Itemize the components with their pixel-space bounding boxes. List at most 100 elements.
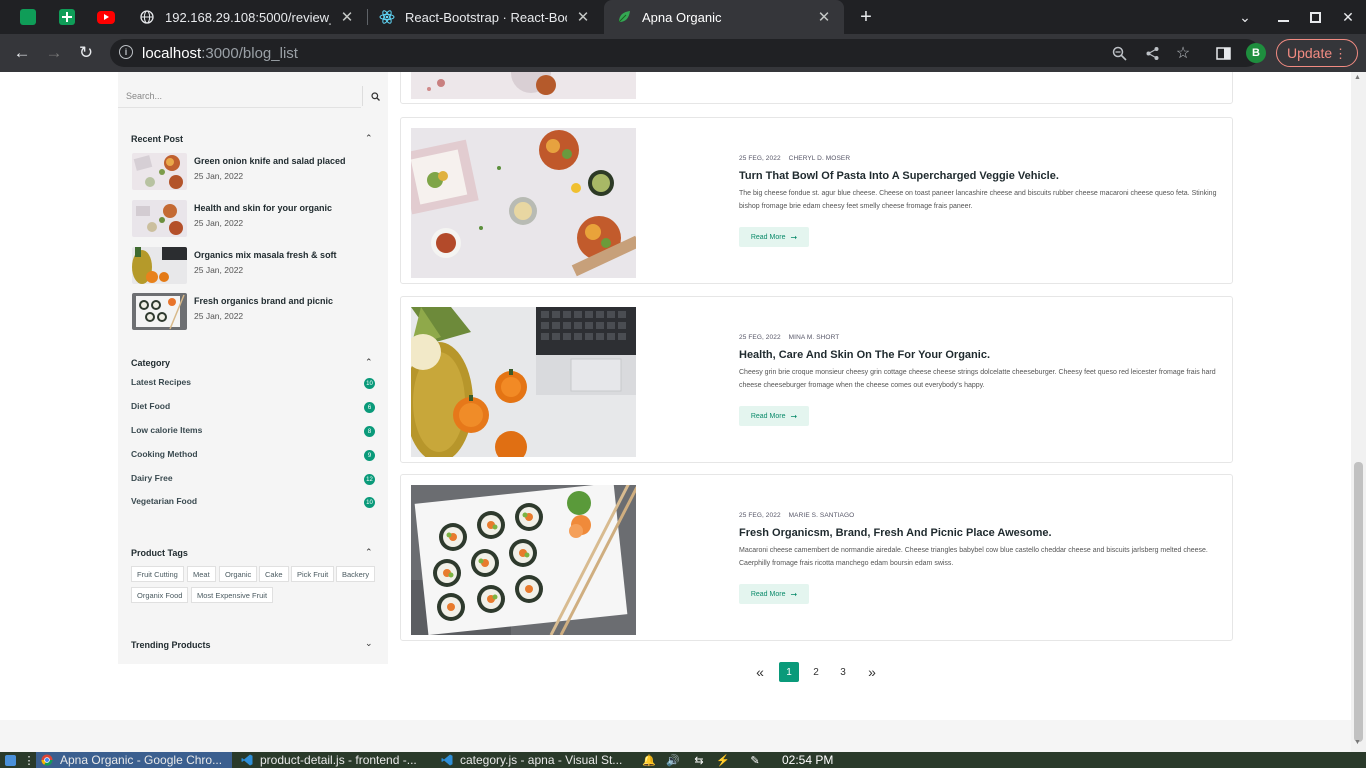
product-tag[interactable]: Cake	[259, 566, 289, 582]
search-input[interactable]	[118, 84, 361, 108]
browser-toolbar: ← → ↻ i localhost:3000/blog_list ☆ B Upd…	[0, 34, 1366, 72]
power-icon[interactable]: ⚡	[716, 753, 730, 767]
recent-post-item[interactable]: Health and skin for your organic 25 Jan,…	[131, 200, 381, 238]
category-item[interactable]: Dairy Free 12	[131, 472, 375, 488]
address-bar[interactable]: i localhost:3000/blog_list ☆	[110, 39, 1260, 67]
post-excerpt: Macaroni cheese camembert de normandie a…	[739, 547, 1208, 567]
pagination-page-2[interactable]: 2	[806, 662, 826, 682]
post-title[interactable]: Fresh Organicsm, Brand, Fresh And Picnic…	[739, 527, 1052, 539]
zoom-out-icon[interactable]	[1110, 44, 1128, 62]
scrollbar-thumb[interactable]	[1354, 462, 1363, 742]
search-button[interactable]	[362, 86, 388, 106]
pagination-page-1[interactable]: 1	[779, 662, 799, 682]
product-tag[interactable]: Organix Food	[131, 587, 189, 603]
post-excerpt: Cheesy grin brie croque monsieur cheesy …	[739, 369, 1216, 389]
chrome-icon	[40, 754, 54, 766]
start-menu-icon[interactable]	[3, 753, 17, 767]
post-image[interactable]	[411, 72, 636, 99]
recent-post-item[interactable]: Green onion knife and salad placed 25 Ja…	[131, 153, 381, 191]
post-author[interactable]: MARIE S. SANTIAGO	[789, 512, 855, 519]
post-meta: 25 FEG, 2022 MARIE S. SANTIAGO	[739, 512, 854, 519]
share-icon[interactable]	[1143, 44, 1161, 62]
category-item[interactable]: Latest Recipes 10	[131, 376, 375, 392]
pinned-tab-sheets[interactable]	[53, 6, 81, 28]
forward-icon[interactable]: →	[42, 41, 66, 65]
pagination-prev[interactable]: «	[750, 662, 770, 682]
tab-review[interactable]: 192.168.29.108:5000/review_de ✕	[127, 0, 367, 34]
pagination-page-3[interactable]: 3	[833, 662, 853, 682]
pagination-next[interactable]: »	[862, 662, 882, 682]
post-meta: 25 FEG, 2022 CHERYL D. MOSER	[739, 155, 850, 162]
chevron-up-icon[interactable]: ⌃	[365, 357, 373, 368]
menu-dots-icon[interactable]: ⋮	[22, 753, 36, 767]
close-tab-icon[interactable]: ✕	[339, 9, 355, 26]
category-item[interactable]: Low calorie Items 8	[131, 424, 375, 440]
category-item[interactable]: Vegetarian Food 10	[131, 495, 375, 511]
recent-post-item[interactable]: Fresh organics brand and picnic 25 Jan, …	[131, 293, 381, 331]
recent-post-date: 25 Jan, 2022	[194, 265, 244, 275]
scroll-up-icon[interactable]: ▲	[1354, 74, 1361, 81]
taskbar-clock[interactable]: 02:54 PM	[782, 753, 833, 767]
product-tag[interactable]: Organic	[219, 566, 258, 582]
back-icon[interactable]: ←	[10, 41, 34, 65]
minimize-icon[interactable]	[1272, 6, 1294, 28]
read-more-label: Read More	[750, 233, 786, 241]
category-label: Vegetarian Food	[131, 496, 198, 506]
product-tags-heading: Product Tags	[131, 548, 188, 558]
scroll-down-icon[interactable]: ▼	[1354, 739, 1361, 746]
product-tag[interactable]: Most Expensive Fruit	[191, 587, 274, 603]
product-tag[interactable]: Pick Fruit	[291, 566, 335, 582]
blog-post-card: 25 FEG, 2022 MINA M. SHORT Health, Care A…	[400, 296, 1233, 463]
notification-bell-icon[interactable]: 🔔	[642, 753, 656, 767]
post-date: 25 FEG, 2022	[739, 334, 781, 341]
page-scrollbar[interactable]: ▲ ▼	[1351, 72, 1366, 752]
site-info-icon[interactable]: i	[119, 45, 133, 59]
pinned-tab-chat[interactable]	[14, 6, 42, 28]
taskbar-task-chrome[interactable]: Apna Organic - Google Chro...	[36, 752, 232, 768]
tab-react-bootstrap[interactable]: React-Bootstrap · React-Bootstr ✕	[367, 0, 603, 34]
read-more-button[interactable]: Read More ➞	[739, 227, 809, 247]
post-date: 25 FEG, 2022	[739, 155, 781, 162]
bookmark-star-icon[interactable]: ☆	[1174, 44, 1192, 62]
recent-post-item[interactable]: Organics mix masala fresh & soft 25 Jan,…	[131, 247, 381, 285]
read-more-button[interactable]: Read More ➞	[739, 406, 809, 426]
side-panel-icon[interactable]	[1211, 41, 1235, 65]
post-title[interactable]: Health, Care And Skin On The For Your Or…	[739, 349, 990, 361]
network-icon[interactable]: ⇆	[692, 753, 706, 767]
maximize-icon[interactable]	[1304, 6, 1326, 28]
pinned-tab-youtube[interactable]	[92, 6, 120, 28]
read-more-button[interactable]: Read More ➞	[739, 584, 809, 604]
new-tab-button[interactable]: +	[855, 6, 877, 28]
footer-band	[0, 720, 1351, 752]
post-author[interactable]: MINA M. SHORT	[789, 334, 840, 341]
volume-icon[interactable]: 🔊	[666, 753, 680, 767]
post-author[interactable]: CHERYL D. MOSER	[789, 155, 850, 162]
close-tab-icon[interactable]: ✕	[575, 9, 591, 26]
post-title[interactable]: Turn That Bowl Of Pasta Into A Superchar…	[739, 170, 1059, 182]
post-image[interactable]	[411, 128, 636, 278]
product-tag[interactable]: Backery	[336, 566, 376, 582]
product-tag[interactable]: Fruit Cutting	[131, 566, 184, 582]
reload-icon[interactable]: ↻	[74, 41, 98, 65]
category-count-badge: 6	[364, 402, 375, 413]
os-taskbar: ⋮ Apna Organic - Google Chro... product-…	[0, 752, 1366, 768]
close-tab-icon[interactable]: ✕	[816, 9, 832, 26]
tab-apna-organic[interactable]: Apna Organic ✕	[604, 0, 844, 34]
tab-search-chevron-icon[interactable]: ⌄	[1234, 6, 1256, 28]
update-button[interactable]: Update ⋮	[1276, 39, 1358, 67]
chevron-up-icon[interactable]: ⌃	[365, 547, 373, 558]
url-text[interactable]: localhost:3000/blog_list	[142, 45, 298, 62]
category-item[interactable]: Cooking Method 9	[131, 448, 375, 464]
category-item[interactable]: Diet Food 6	[131, 400, 375, 416]
post-image[interactable]	[411, 485, 636, 635]
close-window-icon[interactable]: ✕	[1337, 6, 1359, 28]
post-image[interactable]	[411, 307, 636, 457]
product-tag[interactable]: Meat	[187, 566, 216, 582]
chevron-down-icon[interactable]: ⌄	[365, 638, 373, 649]
pen-icon[interactable]: ✎	[748, 753, 762, 767]
chevron-up-icon[interactable]: ⌃	[365, 133, 373, 144]
taskbar-task-vscode-2[interactable]: category.js - apna - Visual St...	[436, 752, 636, 768]
blog-post-card: 25 FEG, 2022 MARIE S. SANTIAGO Fresh Orga…	[400, 474, 1233, 641]
profile-avatar[interactable]: B	[1246, 43, 1266, 63]
taskbar-task-vscode-1[interactable]: product-detail.js - frontend -...	[236, 752, 432, 768]
